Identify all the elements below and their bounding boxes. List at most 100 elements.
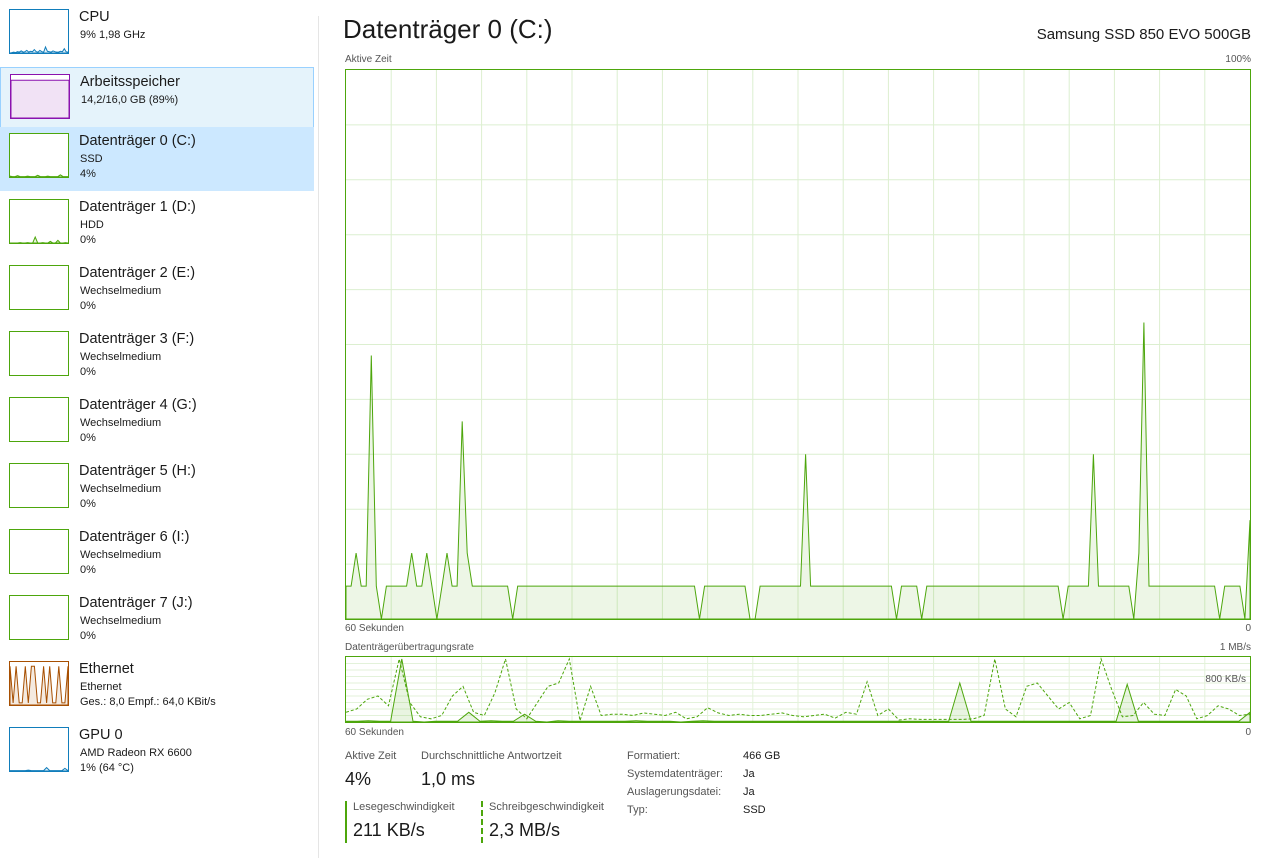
sidebar-item-1[interactable]: Arbeitsspeicher 14,2/16,0 GB (89%): [0, 67, 314, 131]
response-time-value: 1,0 ms: [421, 769, 476, 789]
info-system-disk-key: Systemdatenträger:: [627, 768, 723, 780]
info-type-value: SSD: [743, 804, 766, 816]
sidebar-item-title: GPU 0: [79, 727, 123, 743]
thumb-sparkline: [11, 79, 69, 118]
sidebar-item-value: 4%: [80, 168, 96, 180]
sidebar-item-value: Ges.: 8,0 Empf.: 64,0 KBit/s: [80, 696, 216, 708]
response-time-label: Durchschnittliche Antwortzeit: [421, 750, 562, 762]
resource-sidebar: CPU 9% 1,98 GHz Arbeitsspeicher 14,2/16,0 G…: [0, 0, 316, 865]
sidebar-item-subtitle: Wechselmedium: [80, 483, 162, 495]
sidebar-item-3[interactable]: Datenträger 1 (D:) HDD 0%: [0, 193, 314, 257]
sidebar-item-subtitle: Wechselmedium: [80, 285, 162, 297]
ethernet-graph-thumbnail: [9, 661, 69, 706]
thumb-sparkline: [10, 766, 68, 771]
sidebar-item-value: 0%: [80, 300, 96, 312]
sidebar-item-value: 0%: [80, 432, 96, 444]
sidebar-item-title: Datenträger 2 (E:): [79, 265, 196, 281]
write-speed-block: Schreibgeschwindigkeit 2,3 MB/s: [481, 801, 604, 843]
disk-graph-thumbnail: [9, 397, 69, 442]
read-speed-label: Lesegeschwindigkeit: [353, 801, 455, 813]
transfer-graph-max: 1 MB/s: [1219, 642, 1251, 653]
sidebar-item-6[interactable]: Datenträger 4 (G:) Wechselmedium 0%: [0, 391, 314, 455]
sidebar-item-value: 0%: [80, 366, 96, 378]
active-time-graph-canvas: [346, 70, 1250, 619]
gpu-graph-thumbnail: [9, 727, 69, 772]
transfer-graph-label: Datenträgerübertragungsrate: [345, 642, 474, 653]
memory-graph-thumbnail: [10, 74, 70, 119]
sidebar-item-title: Arbeitsspeicher: [80, 74, 180, 90]
active-time-graph-time-span: 60 Sekunden: [345, 623, 404, 634]
sidebar-item-title: Datenträger 7 (J:): [79, 595, 193, 611]
sidebar-item-title: CPU: [79, 9, 110, 25]
info-pagefile-key: Auslagerungsdatei:: [627, 786, 722, 798]
sidebar-item-title: Ethernet: [79, 661, 134, 677]
active-time-graph: [345, 69, 1251, 620]
sidebar-item-title: Datenträger 3 (F:): [79, 331, 195, 347]
thumb-sparkline: [10, 174, 68, 177]
sidebar-item-2[interactable]: Datenträger 0 (C:) SSD 4%: [0, 127, 314, 191]
info-pagefile-value: Ja: [743, 786, 755, 798]
page-title: Datenträger 0 (C:): [343, 14, 553, 44]
sidebar-item-11[interactable]: GPU 0 AMD Radeon RX 6600 1% (64 °C): [0, 721, 314, 785]
sidebar-item-subtitle: Wechselmedium: [80, 417, 162, 429]
sidebar-item-7[interactable]: Datenträger 5 (H:) Wechselmedium 0%: [0, 457, 314, 521]
sidebar-item-0[interactable]: CPU 9% 1,98 GHz: [0, 3, 314, 67]
sidebar-item-8[interactable]: Datenträger 6 (I:) Wechselmedium 0%: [0, 523, 314, 587]
disk-graph-thumbnail: [9, 199, 69, 244]
active-time-graph-zero: 0: [1245, 623, 1251, 634]
sidebar-item-subtitle: 14,2/16,0 GB (89%): [81, 94, 179, 106]
sidebar-item-subtitle: AMD Radeon RX 6600: [80, 747, 192, 759]
sidebar-item-5[interactable]: Datenträger 3 (F:) Wechselmedium 0%: [0, 325, 314, 389]
sidebar-item-subtitle: Ethernet: [80, 681, 122, 693]
transfer-rate-graph: 800 KB/s: [345, 656, 1251, 723]
sidebar-item-title: Datenträger 0 (C:): [79, 133, 196, 149]
thumb-sparkline: [10, 235, 68, 243]
info-formatted-key: Formatiert:: [627, 750, 681, 762]
read-speed-block: Lesegeschwindigkeit 211 KB/s: [345, 801, 455, 843]
write-speed-value: 2,3 MB/s: [489, 820, 561, 840]
cpu-graph-thumbnail: [9, 9, 69, 54]
sidebar-item-value: 0%: [80, 234, 96, 246]
transfer-graph-zero: 0: [1245, 727, 1251, 738]
info-system-disk-value: Ja: [743, 768, 755, 780]
active-time-graph-label: Aktive Zeit: [345, 54, 392, 65]
sidebar-divider: [318, 16, 319, 858]
sidebar-item-value: 0%: [80, 498, 96, 510]
info-type-key: Typ:: [627, 804, 648, 816]
transfer-graph-time-span: 60 Sekunden: [345, 727, 404, 738]
disk-graph-thumbnail: [9, 133, 69, 178]
sidebar-item-4[interactable]: Datenträger 2 (E:) Wechselmedium 0%: [0, 259, 314, 323]
disk-graph-thumbnail: [9, 595, 69, 640]
sidebar-item-10[interactable]: Ethernet Ethernet Ges.: 8,0 Empf.: 64,0 KB…: [0, 655, 314, 719]
write-speed-label: Schreibgeschwindigkeit: [489, 801, 604, 813]
disk-graph-thumbnail: [9, 331, 69, 376]
sidebar-item-title: Datenträger 5 (H:): [79, 463, 196, 479]
sidebar-item-9[interactable]: Datenträger 7 (J:) Wechselmedium 0%: [0, 589, 314, 653]
transfer-graph-mid-label: 800 KB/s: [1205, 674, 1246, 685]
sidebar-item-title: Datenträger 6 (I:): [79, 529, 190, 545]
thumb-sparkline: [10, 45, 68, 53]
sidebar-item-subtitle: SSD: [80, 153, 103, 165]
sidebar-item-title: Datenträger 4 (G:): [79, 397, 197, 413]
active-time-graph-max: 100%: [1225, 54, 1251, 65]
info-formatted-value: 466 GB: [743, 750, 781, 762]
read-speed-value: 211 KB/s: [353, 820, 425, 840]
active-time-value: 4%: [345, 769, 372, 789]
sidebar-item-value: 0%: [80, 564, 96, 576]
disk-graph-thumbnail: [9, 463, 69, 508]
sidebar-item-value: 1% (64 °C): [80, 762, 134, 774]
active-time-label: Aktive Zeit: [345, 750, 397, 762]
device-model: Samsung SSD 850 EVO 500GB: [1036, 26, 1251, 43]
sidebar-item-title: Datenträger 1 (D:): [79, 199, 196, 215]
detail-panel: Datenträger 0 (C:) Samsung SSD 850 EVO 5…: [343, 0, 1258, 865]
sidebar-item-value: 0%: [80, 630, 96, 642]
disk-graph-thumbnail: [9, 265, 69, 310]
sidebar-item-subtitle: Wechselmedium: [80, 615, 162, 627]
transfer-rate-graph-canvas: [346, 657, 1250, 722]
sidebar-item-subtitle: Wechselmedium: [80, 549, 162, 561]
sidebar-item-subtitle: 9% 1,98 GHz: [80, 29, 146, 41]
thumb-sparkline: [10, 665, 68, 705]
sidebar-item-subtitle: Wechselmedium: [80, 351, 162, 363]
sidebar-item-subtitle: HDD: [80, 219, 104, 231]
disk-graph-thumbnail: [9, 529, 69, 574]
